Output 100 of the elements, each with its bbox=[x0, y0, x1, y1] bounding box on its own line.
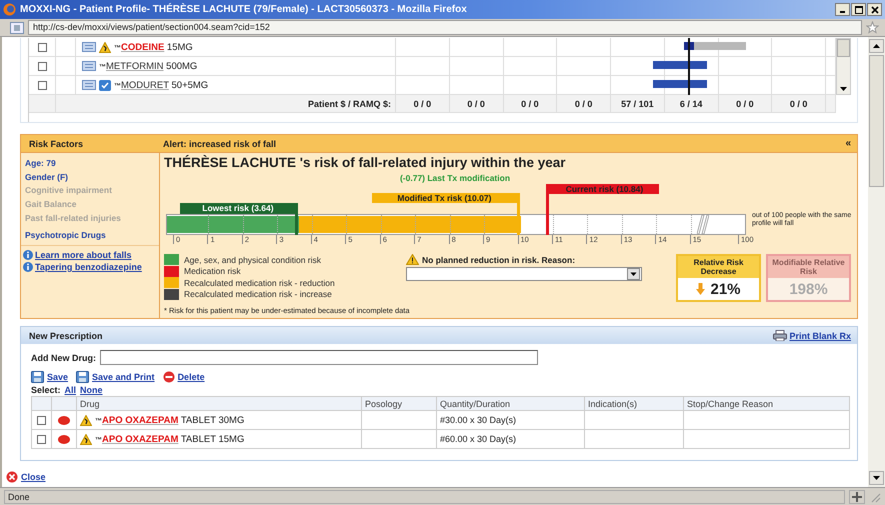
maximize-button[interactable] bbox=[851, 3, 866, 16]
legend-label: Recalculated medication risk - increase bbox=[184, 289, 332, 300]
panel-title: New Prescription bbox=[29, 330, 103, 340]
scrollbar-thumb[interactable] bbox=[869, 55, 884, 187]
checkbox[interactable] bbox=[37, 434, 46, 444]
select-link[interactable]: None bbox=[80, 385, 103, 395]
table-cell bbox=[611, 38, 665, 57]
table-cell bbox=[504, 38, 558, 57]
risk-marker: Modified Tx risk (10.07) bbox=[372, 193, 520, 235]
risk-box-title: Modifiable Relative Risk bbox=[768, 256, 849, 278]
table-cell bbox=[772, 38, 826, 57]
scroll-down-icon[interactable] bbox=[869, 471, 884, 485]
select-link[interactable]: All bbox=[64, 385, 76, 395]
scrollbar[interactable] bbox=[836, 38, 851, 95]
scrollbar[interactable] bbox=[868, 37, 885, 487]
panel-title: Risk Factors bbox=[28, 138, 84, 148]
browser-logo-icon bbox=[3, 3, 16, 16]
action-link[interactable]: Save bbox=[47, 372, 68, 382]
info-icon bbox=[23, 262, 33, 272]
url-field[interactable]: http://cs-dev/moxxi/views/patient/section004.seam?cid=152 bbox=[28, 20, 862, 35]
today-line bbox=[688, 38, 690, 95]
drug-input-field[interactable] bbox=[100, 350, 538, 365]
column-header: Quantity/Duration bbox=[437, 397, 585, 411]
risk-factor: Gait Balance bbox=[25, 198, 78, 211]
legend-label: Age, sex, and physical condition risk bbox=[184, 254, 322, 265]
check-icon bbox=[99, 80, 111, 90]
warning-icon bbox=[80, 414, 92, 426]
minimize-icon bbox=[840, 11, 845, 13]
info-link[interactable]: Learn more about falls bbox=[35, 250, 132, 260]
cost-cell: 0 / 0 bbox=[718, 95, 772, 113]
column-header: Stop/Change Reason bbox=[684, 397, 850, 411]
risk-factor: Psychotropic Drugs bbox=[25, 228, 107, 242]
cost-cell: 0 / 0 bbox=[504, 95, 558, 113]
timeline-bar bbox=[653, 61, 707, 69]
drug-link[interactable]: CODEINE bbox=[121, 42, 164, 52]
drug-link[interactable]: MODURET bbox=[121, 80, 169, 90]
star-icon[interactable] bbox=[866, 21, 879, 34]
resize-grip-icon[interactable] bbox=[869, 490, 881, 502]
column-header: Indication(s) bbox=[585, 397, 684, 411]
cost-cell: 0 / 0 bbox=[450, 95, 504, 113]
cost-cell: 57 / 101 bbox=[611, 95, 665, 113]
reason-label: No planned reduction in risk. Reason: bbox=[422, 254, 576, 264]
checkbox[interactable] bbox=[38, 62, 46, 70]
field-label: Add New Drug: bbox=[31, 352, 96, 362]
checkbox[interactable] bbox=[37, 416, 46, 424]
quantity-cell: #30.00 x 30 Day(s) bbox=[437, 411, 585, 430]
drug-link[interactable]: APO OXAZEPAM bbox=[102, 434, 178, 444]
drug-link[interactable]: METFORMIN bbox=[106, 60, 164, 72]
risk-value: 198% bbox=[789, 280, 828, 298]
info-link[interactable]: Tapering benzodiazepine bbox=[35, 262, 142, 272]
column-header: Posology bbox=[362, 397, 437, 411]
collapse-toggle[interactable]: « bbox=[845, 138, 857, 149]
legend-label: Recalculated medication risk - reduction bbox=[184, 278, 335, 288]
legend-label: Medication risk bbox=[184, 266, 241, 276]
quantity-cell: #60.00 x 30 Day(s) bbox=[437, 430, 585, 449]
risk-factor: Cognitive impairment bbox=[25, 184, 113, 197]
print-link[interactable]: Print Blank Rx bbox=[789, 330, 851, 340]
scrollbar-thumb[interactable] bbox=[837, 39, 850, 57]
checkbox[interactable] bbox=[38, 42, 46, 52]
table-cell bbox=[557, 57, 611, 76]
status-icon bbox=[849, 490, 865, 504]
action-link[interactable]: Delete bbox=[178, 372, 205, 382]
scroll-down-icon[interactable] bbox=[839, 86, 848, 92]
select-label: Select: bbox=[31, 385, 61, 395]
info-icon bbox=[23, 250, 33, 260]
checkbox[interactable] bbox=[38, 80, 46, 90]
warning-icon bbox=[406, 254, 419, 265]
pill-icon bbox=[58, 416, 70, 424]
warning-icon bbox=[80, 434, 92, 444]
risk-box-title: Relative Risk Decrease bbox=[678, 256, 759, 278]
risk-factor: Gender (F) bbox=[25, 171, 69, 184]
delete-icon bbox=[162, 371, 175, 383]
timeline-bar bbox=[653, 80, 707, 88]
column-header: Drug bbox=[77, 397, 362, 411]
page-icon bbox=[10, 22, 24, 34]
table-cell bbox=[450, 38, 504, 57]
table-cell bbox=[557, 38, 611, 57]
cost-cell: 0 / 0 bbox=[772, 95, 826, 113]
close-icon bbox=[6, 471, 18, 483]
risk-heading: THÉRÈSE LACHUTE 's risk of fall-related injury within the year bbox=[164, 155, 567, 170]
table-cell bbox=[450, 57, 504, 76]
modification-text: (-0.77) Last Tx modification bbox=[398, 173, 512, 183]
risk-factor: Past fall-related injuries bbox=[25, 213, 122, 226]
warning-icon bbox=[99, 42, 111, 52]
close-window-button[interactable] bbox=[867, 3, 882, 16]
alert-text: Alert: increased risk of fall bbox=[163, 138, 276, 148]
table-cell bbox=[826, 95, 836, 113]
minimize-button[interactable] bbox=[835, 3, 850, 16]
scroll-up-icon[interactable] bbox=[869, 39, 884, 53]
risk-value: 21% bbox=[710, 280, 741, 298]
drug-link[interactable]: APO OXAZEPAM bbox=[102, 414, 178, 426]
table-cell bbox=[718, 57, 772, 76]
printer-icon bbox=[773, 330, 788, 341]
risk-marker: Lowest risk (3.64) bbox=[180, 203, 298, 235]
close-icon bbox=[870, 6, 878, 14]
table-cell bbox=[504, 57, 558, 76]
close-link[interactable]: Close bbox=[21, 472, 46, 482]
action-link[interactable]: Save and Print bbox=[92, 372, 155, 382]
cost-cell: 0 / 0 bbox=[557, 95, 611, 113]
maximize-icon bbox=[854, 6, 862, 14]
